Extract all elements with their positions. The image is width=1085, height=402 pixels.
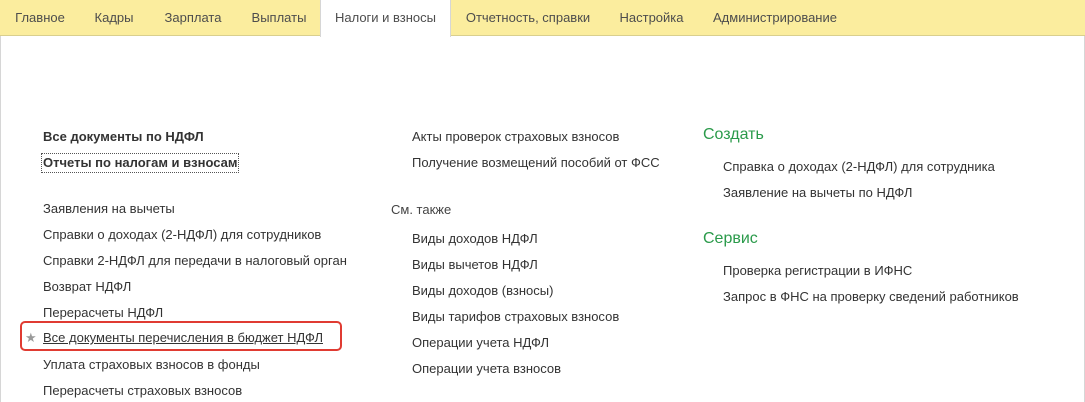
link-ndfl-accounting-operations[interactable]: Операции учета НДФЛ bbox=[412, 335, 549, 351]
service-section-title: Сервис bbox=[703, 230, 758, 247]
link-all-budget-transfer-documents[interactable]: Все документы перечисления в бюджет НДФЛ bbox=[43, 330, 323, 346]
link-all-ndfl-documents[interactable]: Все документы по НДФЛ bbox=[43, 129, 204, 145]
tab-taxes-and-contributions[interactable]: Налоги и взносы bbox=[320, 0, 451, 37]
link-fss-reimbursements[interactable]: Получение возмещений пособий от ФСС bbox=[412, 155, 660, 171]
tab-payments[interactable]: Выплаты bbox=[238, 0, 320, 36]
tab-main[interactable]: Главное bbox=[0, 0, 80, 36]
link-ndfl-recalculations[interactable]: Перерасчеты НДФЛ bbox=[43, 305, 163, 321]
link-create-deduction-application[interactable]: Заявление на вычеты по НДФЛ bbox=[723, 185, 912, 201]
tab-personnel[interactable]: Кадры bbox=[80, 0, 148, 36]
tab-administration[interactable]: Администрирование bbox=[698, 0, 852, 36]
link-create-income-certificate[interactable]: Справка о доходах (2-НДФЛ) для сотрудник… bbox=[723, 159, 995, 175]
link-contribution-accounting-operations[interactable]: Операции учета взносов bbox=[412, 361, 561, 377]
tab-salary[interactable]: Зарплата bbox=[148, 0, 238, 36]
top-navigation-bar: Главное Кадры Зарплата Выплаты Налоги и … bbox=[0, 0, 1085, 37]
link-tax-reports[interactable]: Отчеты по налогам и взносам bbox=[40, 153, 240, 173]
link-income-certificates-employees[interactable]: Справки о доходах (2-НДФЛ) для сотрудник… bbox=[43, 227, 321, 243]
link-fns-employee-check-request[interactable]: Запрос в ФНС на проверку сведений работн… bbox=[723, 289, 1019, 305]
link-insurance-contributions-payment[interactable]: Уплата страховых взносов в фонды bbox=[43, 357, 260, 373]
star-icon[interactable]: ★ bbox=[25, 330, 37, 346]
link-contribution-tariff-types[interactable]: Виды тарифов страховых взносов bbox=[412, 309, 619, 325]
link-contribution-income-types[interactable]: Виды доходов (взносы) bbox=[412, 283, 553, 299]
tab-reports[interactable]: Отчетность, справки bbox=[451, 0, 605, 36]
tab-settings[interactable]: Настройка bbox=[605, 0, 698, 36]
link-income-certificates-tax-authority[interactable]: Справки 2-НДФЛ для передачи в налоговый … bbox=[43, 253, 347, 269]
see-also-label: См. также bbox=[391, 202, 452, 217]
link-ndfl-refund[interactable]: Возврат НДФЛ bbox=[43, 279, 131, 295]
link-ifns-registration-check[interactable]: Проверка регистрации в ИФНС bbox=[723, 263, 912, 279]
link-ndfl-income-types[interactable]: Виды доходов НДФЛ bbox=[412, 231, 538, 247]
create-section-title: Создать bbox=[703, 126, 764, 143]
link-insurance-contributions-recalculations[interactable]: Перерасчеты страховых взносов bbox=[43, 383, 242, 399]
link-ndfl-deduction-types[interactable]: Виды вычетов НДФЛ bbox=[412, 257, 538, 273]
link-insurance-audit-acts[interactable]: Акты проверок страховых взносов bbox=[412, 129, 619, 145]
link-deduction-applications[interactable]: Заявления на вычеты bbox=[43, 201, 175, 217]
